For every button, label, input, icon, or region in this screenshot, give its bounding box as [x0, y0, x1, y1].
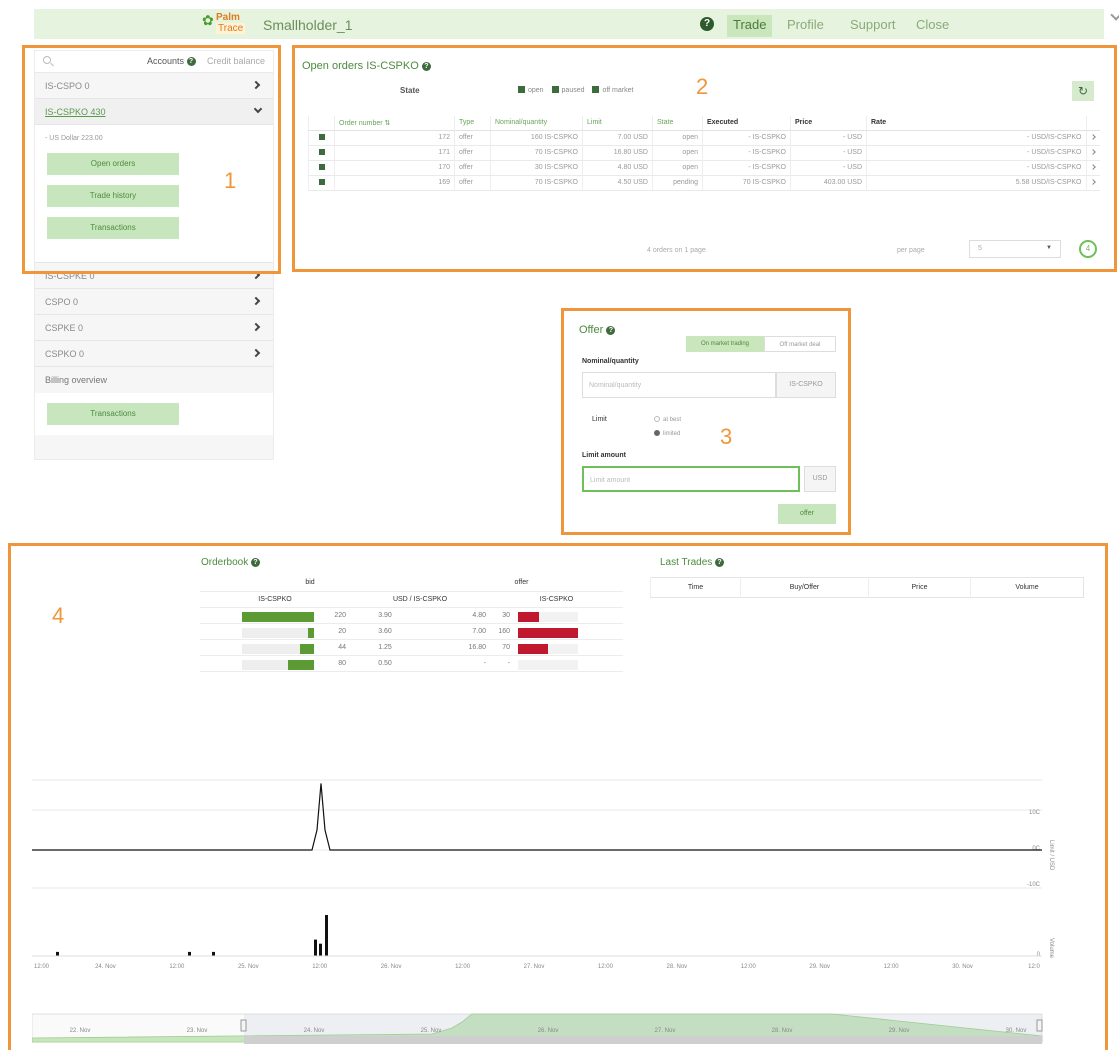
nav-support[interactable]: Support — [844, 15, 902, 34]
annotation-label-3: 3 — [720, 424, 733, 449]
top-bar: ✿ Palm Trace Smallholder_1 ? Trade Profi… — [34, 9, 1119, 39]
app-logo[interactable]: ✿ Palm Trace — [202, 12, 254, 36]
nav-close[interactable]: Close — [910, 15, 955, 34]
billing-transactions-button[interactable]: Transactions — [47, 403, 179, 425]
help-icon[interactable]: ? — [700, 17, 714, 31]
sidebar-item-cspo[interactable]: CSPO 0 — [35, 289, 273, 315]
annotation-box-4 — [8, 543, 1108, 1050]
user-name: Smallholder_1 — [263, 17, 353, 33]
chevron-down-icon[interactable] — [1110, 9, 1119, 21]
billing-overview-label[interactable]: Billing overview — [35, 367, 273, 393]
chevron-right-icon — [251, 348, 261, 358]
nav-trade[interactable]: Trade — [727, 15, 773, 37]
nav-profile[interactable]: Profile — [781, 15, 830, 34]
annotation-label-2: 2 — [696, 74, 709, 99]
annotation-label-4: 4 — [52, 603, 65, 628]
sidebar-item-cspke[interactable]: CSPKE 0 — [35, 315, 273, 341]
sidebar-item-cspko[interactable]: CSPKO 0 — [35, 341, 273, 367]
annotation-box-3 — [561, 308, 851, 535]
palm-tree-icon: ✿ — [202, 12, 214, 28]
billing-area: Transactions — [35, 393, 273, 435]
chevron-right-icon — [251, 322, 261, 332]
annotation-box-1 — [22, 45, 281, 274]
annotation-label-1: 1 — [224, 168, 237, 193]
chevron-right-icon — [251, 296, 261, 306]
